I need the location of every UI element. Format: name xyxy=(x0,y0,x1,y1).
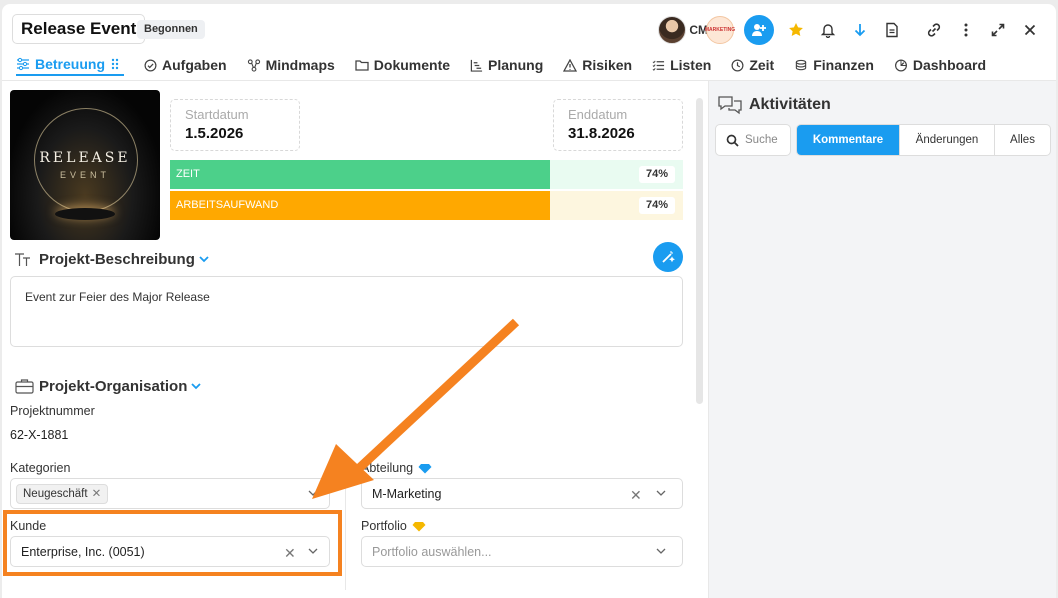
annotation-arrow xyxy=(312,318,520,499)
